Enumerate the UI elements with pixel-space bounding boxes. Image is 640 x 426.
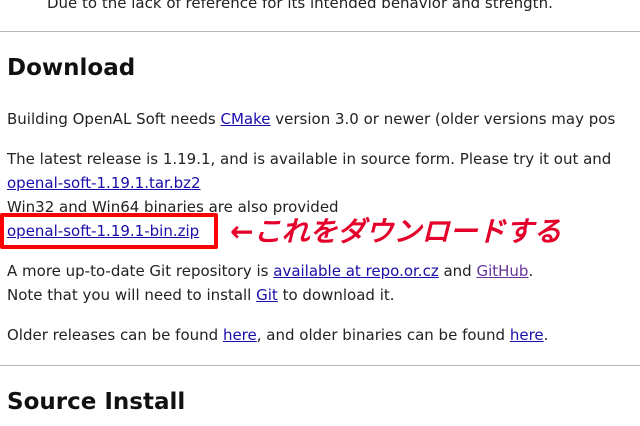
older-binaries-link[interactable]: here bbox=[510, 326, 544, 344]
git-and-text: and bbox=[438, 262, 477, 280]
older-pre-text: Older releases can be found bbox=[7, 326, 223, 344]
git-note-text: Note that you will need to install Git t… bbox=[7, 286, 395, 304]
divider-bottom bbox=[0, 365, 640, 366]
latest-release-text: The latest release is 1.19.1, and is ava… bbox=[7, 150, 612, 168]
build-requirement-text: Building OpenAL Soft needs CMake version… bbox=[7, 110, 615, 128]
git-repo-text: A more up-to-date Git repository is avai… bbox=[7, 262, 533, 280]
note-pre-text: Note that you will need to install bbox=[7, 286, 257, 304]
git-post-text: . bbox=[528, 262, 534, 280]
divider-top bbox=[0, 31, 640, 32]
older-releases-link[interactable]: here bbox=[223, 326, 257, 344]
older-mid-text: , and older binaries can be found bbox=[256, 326, 510, 344]
cmake-link[interactable]: CMake bbox=[221, 110, 271, 128]
git-install-link[interactable]: Git bbox=[256, 286, 278, 304]
tarball-line: openal-soft-1.19.1.tar.bz2 bbox=[7, 174, 201, 192]
older-releases-text: Older releases can be found here, and ol… bbox=[7, 326, 548, 344]
build-pre-text: Building OpenAL Soft needs bbox=[7, 110, 221, 128]
download-heading: Download bbox=[7, 55, 136, 81]
source-install-heading: Source Install bbox=[7, 389, 186, 415]
repo-or-cz-link[interactable]: available at repo.or.cz bbox=[273, 262, 438, 280]
build-post-text: version 3.0 or newer (older versions may… bbox=[270, 110, 616, 128]
highlight-box bbox=[0, 213, 218, 249]
tarball-link[interactable]: openal-soft-1.19.1.tar.bz2 bbox=[7, 174, 201, 192]
github-link[interactable]: GitHub bbox=[476, 262, 528, 280]
older-post-text: . bbox=[543, 326, 549, 344]
partial-top-text: Due to the lack of reference for its int… bbox=[47, 0, 553, 12]
download-annotation: ←これをダウンロードする bbox=[230, 215, 562, 248]
note-post-text: to download it. bbox=[277, 286, 395, 304]
git-pre-text: A more up-to-date Git repository is bbox=[7, 262, 274, 280]
